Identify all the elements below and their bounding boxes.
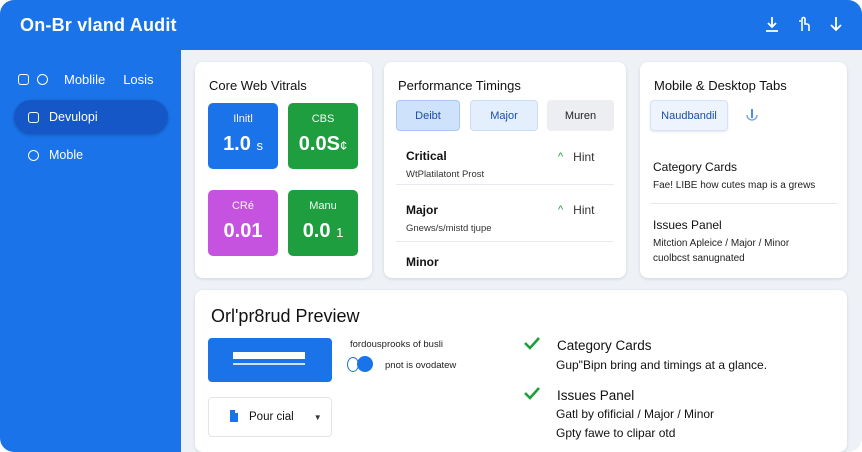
vital-tile[interactable]: CBS 0.0S¢ — [288, 103, 358, 169]
divider — [396, 241, 614, 242]
button-underline — [233, 363, 305, 365]
timing-row[interactable]: Minor — [406, 255, 606, 269]
tile-value: 1.0 s — [223, 133, 263, 155]
sidebar: Moblile Losis Devulopi Moble — [0, 50, 181, 452]
check-item: Category Cards — [523, 336, 652, 355]
card-title: Mobile & Desktop Tabs — [654, 78, 787, 93]
check-icon — [523, 386, 541, 405]
divider — [396, 184, 614, 185]
radio-icon — [28, 149, 39, 161]
divider — [650, 203, 837, 204]
mobile-desktop-card: Mobile & Desktop Tabs Naudbandil Categor… — [640, 62, 847, 278]
primary-button-preview[interactable] — [208, 338, 332, 382]
vital-tile[interactable]: Manu 0.0 1 — [288, 190, 358, 256]
issues-panel-desc-2: cuolbcst sanugnated — [653, 253, 745, 264]
timing-hint[interactable]: ^ Hint — [558, 150, 595, 164]
hint-label: Hint — [573, 203, 595, 217]
checkbox-icon[interactable] — [18, 74, 29, 85]
preview-desc: fordousprooks of busli — [350, 339, 443, 350]
radio-icon[interactable] — [37, 74, 48, 85]
sidebar-item-label: Devulopi — [49, 110, 98, 124]
category-cards-desc: Fae! LIBE how cutes map is a grews — [653, 180, 816, 191]
app-title: On-Br vland Audit — [20, 15, 177, 35]
select-label: Pour cial — [249, 411, 294, 423]
document-icon — [229, 409, 239, 426]
tile-value: 0.0S¢ — [298, 133, 348, 155]
timing-sub: WtPlatilatont Prost — [406, 169, 485, 180]
top-bar-actions — [764, 14, 844, 34]
tile-label: CRé — [231, 200, 254, 212]
tab-critical[interactable]: Deibt — [396, 100, 460, 131]
tab-mobile-desktop[interactable]: Naudbandil — [650, 100, 728, 131]
preview-select[interactable]: Pour cial ▼ — [208, 397, 332, 437]
vital-tile[interactable]: CRé 0.01 — [208, 190, 278, 256]
check-item: Issues Panel — [523, 386, 634, 405]
check-item-desc: Gup"Bipn bring and timings at a glance. — [556, 358, 768, 372]
top-bar: On-Br vland Audit — [0, 0, 862, 50]
download-icon[interactable] — [764, 14, 780, 34]
toggle-preview[interactable] — [347, 356, 373, 372]
button-bar — [233, 352, 305, 359]
tile-label: Ilnitl — [233, 113, 253, 125]
category-cards-title: Category Cards — [653, 160, 738, 174]
issues-panel-title: Issues Panel — [653, 218, 722, 232]
sidebar-header-label: Moblile — [64, 72, 106, 87]
issues-panel-desc: Mitction Apleice / Major / Minor — [653, 238, 790, 249]
check-item-desc: Gatl by ofificial / Major / Minor — [556, 407, 715, 421]
sidebar-header: Moblile Losis — [18, 72, 154, 87]
preview-title: Orl'pr8rud Preview — [211, 306, 360, 326]
check-icon — [523, 336, 541, 355]
vital-tile[interactable]: Ilnitl 1.0 s — [208, 103, 278, 169]
tile-value: 0.0 1 — [302, 220, 344, 242]
sidebar-item-developer[interactable]: Devulopi — [14, 100, 168, 134]
tab-minor[interactable]: Muren — [547, 100, 614, 131]
arrow-down-icon[interactable] — [828, 14, 844, 34]
touch-icon[interactable] — [796, 14, 812, 34]
check-item-desc-2: Gpty fawe to clipar otd — [556, 426, 676, 440]
timing-name: Minor — [406, 255, 439, 269]
app-window: On-Br vland Audit Moblile Losis Devulopi — [0, 0, 862, 452]
chevron-down-icon: ▼ — [313, 412, 322, 422]
preview-desc-2: pnot is ovodatew — [385, 360, 457, 371]
sidebar-item-mobile[interactable]: Moble — [14, 138, 168, 172]
toggle-on-icon — [357, 356, 373, 372]
sidebar-header-suffix: Losis — [123, 72, 154, 87]
tile-value: 0.01 — [223, 220, 263, 242]
tile-label: CBS — [311, 113, 335, 125]
arrow-down-icon[interactable] — [744, 107, 760, 125]
timing-sub: Gnews/s/mistd tjupe — [406, 223, 492, 234]
check-item-title: Issues Panel — [557, 388, 635, 403]
performance-timings-card: Performance Timings Deibt Major Muren Cr… — [384, 62, 626, 278]
preview-card: Orl'pr8rud Preview fordousprooks of busl… — [195, 290, 847, 452]
timing-hint[interactable]: ^ Hint — [558, 203, 595, 217]
tab-major[interactable]: Major — [470, 100, 538, 131]
caret-up-icon: ^ — [558, 204, 564, 216]
caret-up-icon: ^ — [558, 151, 564, 163]
checkbox-icon — [28, 111, 39, 123]
tile-label: Manu — [309, 200, 337, 212]
hint-label: Hint — [573, 150, 595, 164]
card-title: Performance Timings — [398, 78, 521, 93]
sidebar-item-label: Moble — [49, 148, 84, 162]
check-item-title: Category Cards — [557, 338, 652, 353]
card-title: Core Web Vitrals — [209, 78, 307, 93]
core-vitals-card: Core Web Vitrals Ilnitl 1.0 s CBS 0.0S¢ … — [195, 62, 372, 278]
